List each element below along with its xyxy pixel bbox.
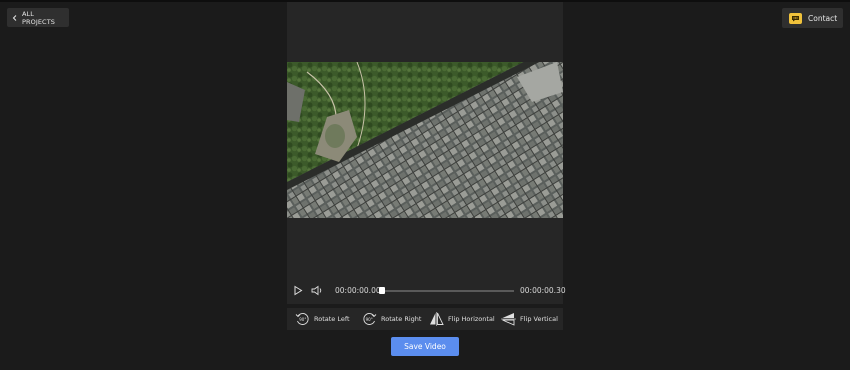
total-time: 00:00:00.30 (520, 286, 566, 295)
save-video-button[interactable]: Save Video (391, 337, 459, 356)
all-projects-label: ALL PROJECTS (21, 9, 55, 26)
rotate-right-button[interactable]: 90° Rotate Right (362, 312, 421, 326)
flip-vertical-button[interactable]: Flip Vertical (501, 312, 558, 326)
rotate-left-icon: 90° (295, 313, 309, 325)
flip-vertical-label: Flip Vertical (520, 315, 558, 323)
all-projects-button[interactable]: ALL PROJECTS (7, 8, 69, 27)
chevron-left-icon (12, 14, 17, 21)
chat-icon (789, 12, 802, 24)
contact-label: Contact (808, 13, 838, 23)
rotate-left-button[interactable]: 90° Rotate Left (295, 312, 350, 326)
transform-toolbar: 90° Rotate Left 90° Rotate Right Flip Ho… (287, 308, 563, 330)
play-icon[interactable] (293, 285, 303, 296)
rotate-right-icon: 90° (363, 313, 377, 325)
volume-icon[interactable] (311, 285, 323, 296)
rotate-left-label: Rotate Left (314, 315, 350, 323)
flip-horizontal-button[interactable]: Flip Horizontal (429, 312, 495, 326)
aerial-city-frame (287, 62, 563, 218)
svg-text:90°: 90° (366, 317, 373, 322)
seek-handle[interactable] (379, 287, 385, 294)
rotate-right-label: Rotate Right (381, 315, 422, 323)
flip-horizontal-icon (430, 312, 444, 326)
flip-vertical-icon (501, 313, 516, 326)
svg-text:90°: 90° (299, 317, 306, 322)
current-time: 00:00:00.00 (335, 286, 381, 295)
video-preview[interactable] (287, 62, 563, 218)
contact-button[interactable]: Contact (782, 8, 843, 28)
flip-horizontal-label: Flip Horizontal (448, 315, 495, 323)
seek-bar[interactable] (382, 290, 514, 292)
